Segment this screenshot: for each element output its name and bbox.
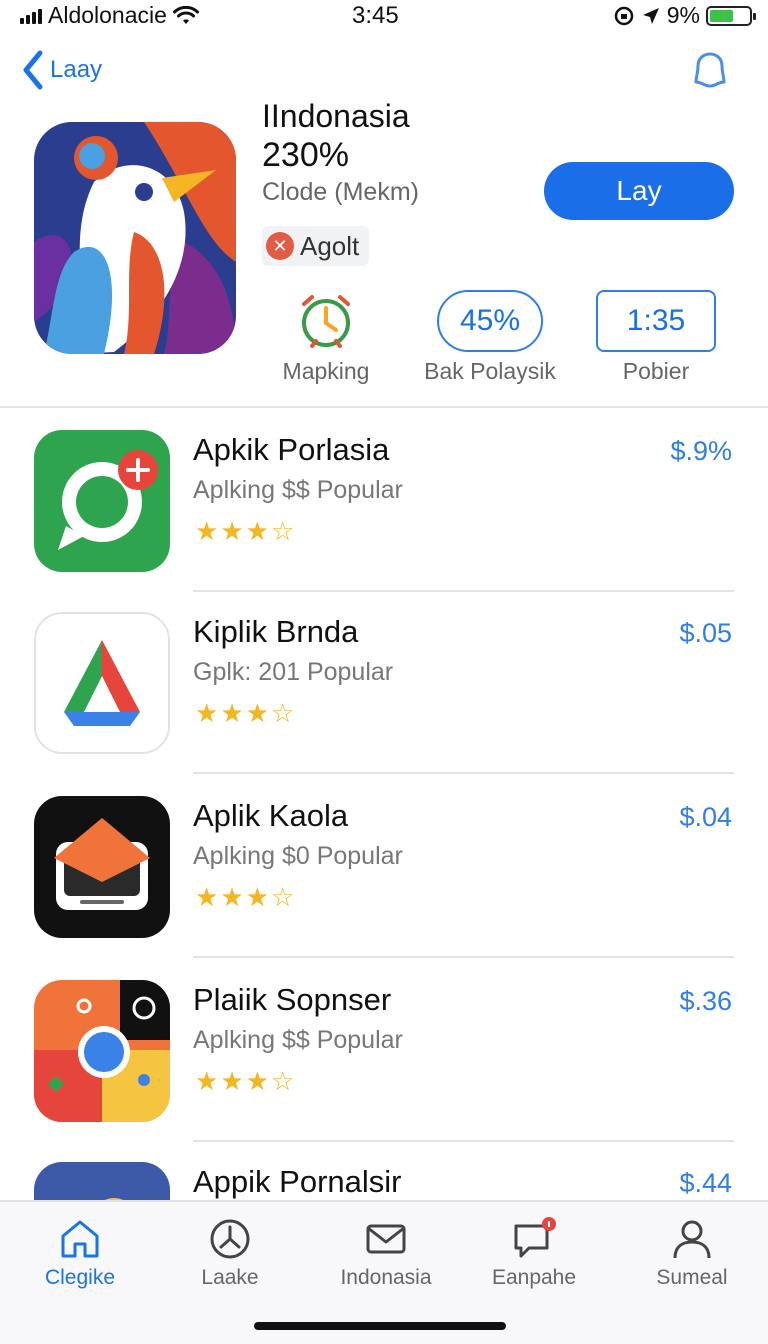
- list-item[interactable]: Kiplik Brnda Gplk: 201 Popular ★ ★ ★ ☆ $.05: [0, 590, 768, 774]
- home-indicator: [254, 1322, 506, 1330]
- star-icon: ★: [195, 1066, 219, 1096]
- app-name: Aplik Kaola: [193, 798, 349, 833]
- list-item[interactable]: Apkik Porlasia Aplking $$ Popular ★ ★ ★ ☆ $…: [0, 408, 768, 592]
- tab-sumeal[interactable]: Sumeal: [622, 1216, 762, 1290]
- list-item[interactable]: Plaiik Sopnser Aplking $$ Popular ★ ★ ★ ☆ $…: [0, 958, 768, 1142]
- tv-app-icon: [34, 796, 170, 938]
- stat-bak-polaysik[interactable]: 45% Bak Polaysik: [400, 290, 580, 385]
- app-subtitle: Aplking $$ Popular: [193, 1026, 403, 1054]
- bell-icon[interactable]: [688, 48, 732, 92]
- get-button[interactable]: Lay: [544, 162, 734, 220]
- stat-icon-box: [236, 290, 416, 352]
- star-outline-icon: ☆: [270, 1066, 295, 1096]
- bird-logo-icon: [34, 122, 236, 354]
- tab-laake[interactable]: Laake: [160, 1216, 300, 1290]
- person-icon: [673, 1220, 711, 1259]
- app-subtitle: Aplking $0 Popular: [193, 842, 403, 870]
- star-rating: ★ ★ ★ ☆: [195, 1066, 294, 1096]
- stat-pobier[interactable]: 1:35 Pobier: [566, 290, 746, 385]
- wifi-icon: [172, 5, 199, 24]
- app-name: Kiplik Brnda: [193, 614, 359, 649]
- featured-app-icon[interactable]: [34, 122, 236, 354]
- tab-label: Laake: [201, 1266, 259, 1289]
- stat-label: Pobier: [622, 358, 690, 384]
- stat-label: Mapking: [282, 358, 370, 384]
- star-icon: ★: [220, 698, 244, 728]
- carrier-name: Aldolonacie: [48, 2, 167, 28]
- star-icon: ★: [245, 1066, 269, 1096]
- app-name: Plaiik Sopnser: [193, 982, 392, 1017]
- lock-rotation-icon: [614, 6, 633, 25]
- back-label: Laay: [50, 56, 103, 83]
- app-price: $.36: [679, 986, 732, 1016]
- app-subtitle: Aplking $$ Popular: [193, 476, 403, 504]
- battery-level: [710, 9, 733, 22]
- star-icon: ★: [245, 516, 269, 546]
- app-price: $.05: [679, 618, 732, 648]
- alarm-clock-icon: [302, 295, 350, 348]
- carrier-group: Aldolonacie: [20, 2, 199, 29]
- status-bar: Aldolonacie 3:45 9%: [0, 0, 768, 34]
- stat-value: 45%: [437, 290, 543, 352]
- tab-label: Indonasia: [340, 1266, 432, 1289]
- stat-label: Bak Polaysik: [424, 358, 556, 384]
- badge-label: Agolt: [300, 230, 360, 261]
- star-icon: ★: [195, 698, 219, 728]
- star-outline-icon: ☆: [270, 516, 295, 546]
- app-subtitle: Clode (Mekm): [262, 178, 419, 206]
- app-price: $.04: [679, 802, 732, 832]
- app-subtitle: Gplk: 201 Popular: [193, 658, 394, 686]
- star-rating: ★ ★ ★ ☆: [195, 882, 294, 912]
- star-icon: ★: [195, 516, 219, 546]
- stat-mapking[interactable]: Mapking: [236, 290, 416, 385]
- back-button[interactable]: Laay: [22, 50, 102, 90]
- app-price: $.9%: [670, 436, 732, 466]
- star-outline-icon: ☆: [270, 882, 295, 912]
- chevron-left-icon: [23, 50, 43, 90]
- stat-value: 1:35: [596, 290, 716, 352]
- clock-icon: [210, 1219, 250, 1259]
- star-rating: ★ ★ ★ ☆: [195, 516, 294, 546]
- tab-clegike[interactable]: Clegike: [10, 1216, 150, 1290]
- status-right: 9%: [613, 2, 756, 29]
- chat-icon: [514, 1217, 556, 1258]
- tab-indonasia[interactable]: Indonasia: [316, 1216, 456, 1290]
- tab-label: Sumeal: [656, 1266, 728, 1289]
- tab-label: Clegike: [44, 1266, 116, 1289]
- app-percent: 230%: [262, 136, 349, 174]
- tab-eanpahe[interactable]: Eanpahe: [464, 1216, 604, 1290]
- signal-icon: [20, 8, 42, 24]
- battery-percent: 9%: [666, 2, 700, 28]
- triangle-app-icon: [34, 612, 170, 754]
- app-name: Appik Pornalsir: [193, 1164, 402, 1199]
- category-badge[interactable]: ✕ Agolt: [262, 226, 370, 266]
- home-icon: [61, 1220, 99, 1258]
- tab-label: Eanpahe: [491, 1266, 577, 1289]
- star-icon: ★: [245, 882, 269, 912]
- status-time: 3:45: [352, 2, 399, 29]
- star-outline-icon: ☆: [270, 698, 295, 728]
- list-item[interactable]: Aplik Kaola Aplking $0 Popular ★ ★ ★ ☆ $.04: [0, 774, 768, 958]
- star-icon: ★: [195, 882, 219, 912]
- app-price: $.44: [679, 1168, 732, 1198]
- app-title: IIndonasia: [262, 98, 410, 134]
- mail-icon: [366, 1224, 406, 1254]
- app-name: Apkik Porlasia: [193, 432, 390, 467]
- collage-app-icon: [34, 980, 170, 1122]
- badge-close-icon: ✕: [266, 232, 294, 260]
- location-icon: [642, 7, 659, 24]
- star-rating: ★ ★ ★ ☆: [195, 698, 294, 728]
- star-icon: ★: [220, 882, 244, 912]
- star-icon: ★: [220, 1066, 244, 1096]
- chat-app-icon: [34, 430, 170, 572]
- star-icon: ★: [245, 698, 269, 728]
- battery-icon: [706, 5, 756, 26]
- star-icon: ★: [220, 516, 244, 546]
